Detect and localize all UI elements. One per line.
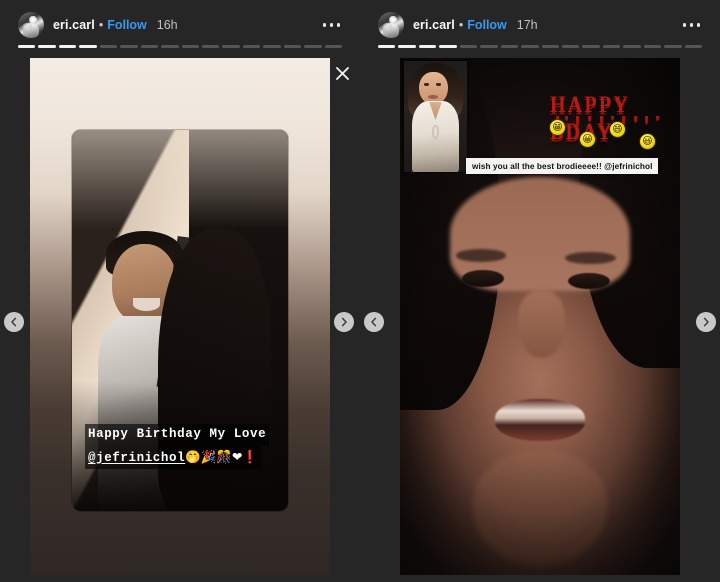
progress-segment[interactable] bbox=[521, 45, 539, 48]
progress-segment[interactable] bbox=[664, 45, 682, 48]
next-story-far-right-button[interactable] bbox=[696, 312, 716, 332]
caption-line-1: Happy Birthday My Love bbox=[85, 424, 270, 446]
chevron-left-icon bbox=[11, 317, 17, 327]
caption-emoji: 🤭🎉🎊❤❗ bbox=[185, 448, 258, 464]
progress-segment[interactable] bbox=[418, 45, 437, 48]
progress-segment[interactable] bbox=[263, 45, 281, 48]
progress-segment[interactable] bbox=[561, 45, 580, 48]
next-story-left-panel-button[interactable] bbox=[334, 312, 354, 332]
progress-segment[interactable] bbox=[79, 45, 97, 48]
smiley-icon: 😁 bbox=[550, 120, 565, 135]
progress-segment[interactable] bbox=[324, 45, 342, 48]
progress-segment[interactable] bbox=[161, 45, 179, 48]
progress-segment[interactable] bbox=[378, 45, 396, 48]
chevron-right-icon bbox=[341, 317, 347, 327]
progress-segment[interactable] bbox=[201, 45, 220, 48]
chevron-right-icon bbox=[703, 317, 709, 327]
timestamp-label: 17h bbox=[516, 18, 538, 32]
progress-segment[interactable] bbox=[38, 45, 56, 48]
progress-segment[interactable] bbox=[643, 45, 662, 48]
progress-segment[interactable] bbox=[480, 45, 498, 48]
username-label[interactable]: eri.carl bbox=[413, 18, 455, 32]
smiley-icon: 😀 bbox=[580, 132, 595, 147]
close-icon bbox=[335, 66, 349, 80]
caption-mention[interactable]: @jefrinichol bbox=[88, 451, 185, 465]
progress-segment[interactable] bbox=[140, 45, 159, 48]
more-options-icon[interactable] bbox=[321, 17, 343, 33]
progress-segment[interactable] bbox=[283, 45, 302, 48]
story-panel-left: eri.carl • Follow 16h Happy Birthday My … bbox=[0, 0, 360, 582]
story-media-right[interactable]: HAPPY BDAY 😁 😀 😄 😃 wish you all the best br… bbox=[360, 58, 720, 582]
progress-segment[interactable] bbox=[242, 45, 261, 48]
follow-button[interactable]: Follow bbox=[107, 18, 147, 32]
inner-video-frame: Happy Birthday My Love @jefrinichol🤭🎉🎊❤❗ bbox=[72, 130, 288, 511]
prev-story-right-panel-button[interactable] bbox=[364, 312, 384, 332]
stories-stage: eri.carl • Follow 16h Happy Birthday My … bbox=[0, 0, 720, 582]
story-panel-right: eri.carl • Follow 17h HAPPY BDAY 😁 😀 😄 😃… bbox=[360, 0, 720, 582]
more-options-icon[interactable] bbox=[681, 17, 703, 33]
story-caption-left: Happy Birthday My Love @jefrinichol🤭🎉🎊❤❗ bbox=[85, 424, 270, 469]
progress-segment[interactable] bbox=[222, 45, 240, 48]
progress-segment[interactable] bbox=[120, 45, 138, 48]
progress-segment[interactable] bbox=[500, 45, 519, 48]
close-story-left-button[interactable] bbox=[331, 62, 353, 84]
progress-segment[interactable] bbox=[18, 45, 36, 48]
progress-segment[interactable] bbox=[582, 45, 600, 48]
picture-in-picture-thumbnail[interactable] bbox=[404, 61, 467, 172]
progress-segment[interactable] bbox=[459, 45, 478, 48]
progress-segment[interactable] bbox=[304, 45, 322, 48]
story-progress-bar-left[interactable] bbox=[18, 45, 342, 48]
follow-button[interactable]: Follow bbox=[467, 18, 507, 32]
progress-segment[interactable] bbox=[99, 45, 118, 48]
story-media-left[interactable]: Happy Birthday My Love @jefrinichol🤭🎉🎊❤❗ bbox=[0, 58, 360, 582]
username-label[interactable]: eri.carl bbox=[53, 18, 95, 32]
chevron-left-icon bbox=[371, 317, 377, 327]
smiley-icon: 😃 bbox=[640, 134, 655, 149]
story-header-right: eri.carl • Follow 17h bbox=[360, 0, 720, 50]
story-caption-right: wish you all the best brodieeee!! @jefri… bbox=[466, 158, 659, 174]
avatar[interactable] bbox=[18, 12, 44, 38]
story-image-left: Happy Birthday My Love @jefrinichol🤭🎉🎊❤❗ bbox=[30, 58, 330, 575]
separator-dot: • bbox=[98, 18, 104, 32]
progress-segment[interactable] bbox=[181, 45, 199, 48]
timestamp-label: 16h bbox=[156, 18, 178, 32]
prev-story-far-left-button[interactable] bbox=[4, 312, 24, 332]
smiley-icon: 😄 bbox=[610, 122, 625, 137]
progress-segment[interactable] bbox=[602, 45, 621, 48]
smiley-sticker-row: 😁 😀 😄 😃 bbox=[548, 120, 674, 150]
avatar[interactable] bbox=[378, 12, 404, 38]
story-header-left: eri.carl • Follow 16h bbox=[0, 0, 360, 50]
separator-dot: • bbox=[458, 18, 464, 32]
progress-segment[interactable] bbox=[398, 45, 416, 48]
progress-segment[interactable] bbox=[684, 45, 702, 48]
progress-segment[interactable] bbox=[623, 45, 641, 48]
story-progress-bar-right[interactable] bbox=[378, 45, 702, 48]
story-image-right: HAPPY BDAY 😁 😀 😄 😃 wish you all the best br… bbox=[400, 58, 680, 575]
progress-segment[interactable] bbox=[541, 45, 559, 48]
progress-segment[interactable] bbox=[439, 45, 457, 48]
progress-segment[interactable] bbox=[58, 45, 77, 48]
